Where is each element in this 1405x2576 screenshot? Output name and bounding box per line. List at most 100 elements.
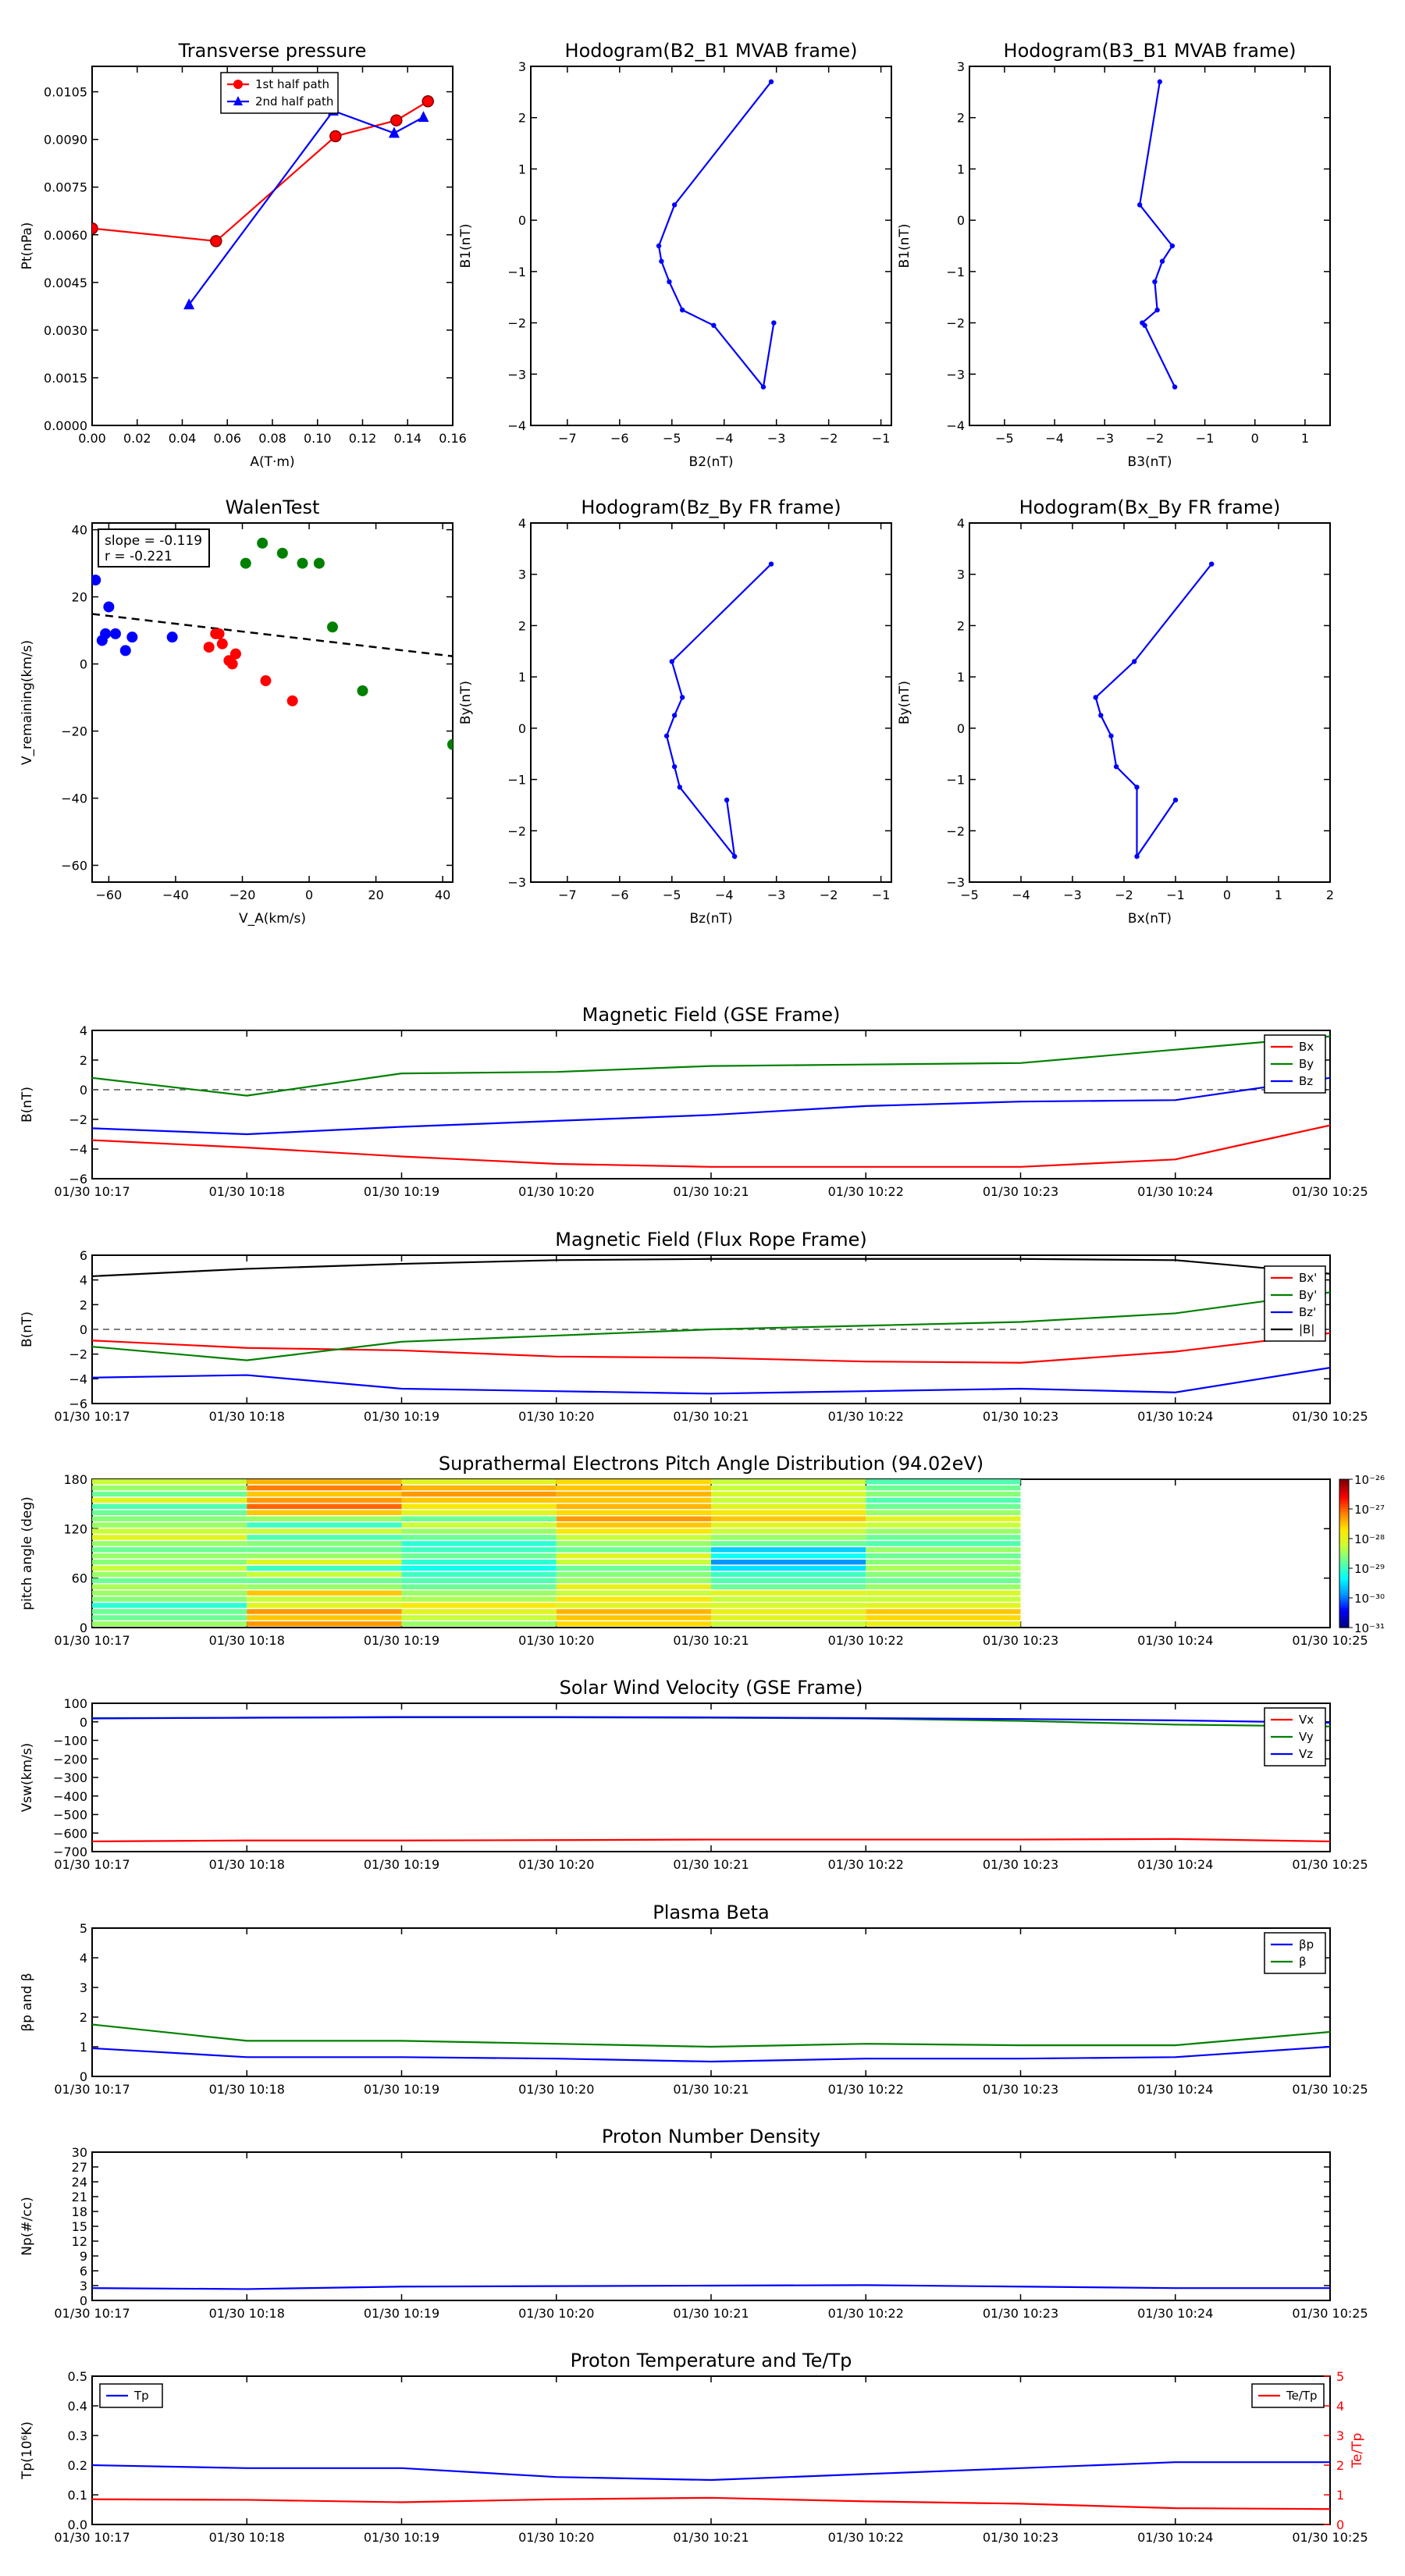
y-tick-label: 180	[63, 1472, 87, 1487]
magnetic-field-gse-chart: Magnetic Field (GSE Frame) 01/30 10:17 01/…	[20, 1004, 1368, 1199]
heatmap-cell	[866, 1621, 1021, 1627]
data-point	[329, 130, 342, 143]
y-tick-label: 3	[518, 59, 526, 74]
y-tick-label: 0.0090	[44, 133, 87, 148]
x-tick-label: −4	[715, 431, 734, 446]
heatmap-cell	[556, 1615, 711, 1621]
x-tick-label: 01/30 10:20	[518, 2306, 594, 2321]
x-tick-label: 01/30 10:25	[1292, 2082, 1368, 2097]
heatmap-cell	[711, 1479, 866, 1485]
hodogram-bz-by-plot	[663, 561, 774, 859]
y-tick-label: 0.5	[68, 2369, 87, 2384]
heatmap-cell	[401, 1621, 557, 1627]
solar-wind-velocity-ylabel: Vsw(km/s)	[20, 1743, 35, 1813]
data-point	[671, 763, 678, 770]
y-tick-label: −400	[53, 1789, 87, 1804]
heatmap-cell	[556, 1584, 711, 1589]
colorbar-tick-label: 10⁻³⁰	[1354, 1592, 1385, 1606]
heatmap-cell	[247, 1510, 402, 1515]
hodogram-b3-b1-xlabel: B3(nT)	[1128, 454, 1172, 470]
y-tick-label: −60	[61, 859, 87, 873]
transverse-pressure-chart: Transverse pressure0.00 0.02 0.04 0.06 0.08 0…	[20, 40, 467, 470]
x-tick-label: −2	[820, 888, 838, 902]
data-point	[418, 111, 429, 123]
data-point	[313, 557, 325, 569]
heatmap-cell	[866, 1522, 1021, 1528]
heatmap-cell	[247, 1596, 402, 1602]
legend-label: β	[1299, 1955, 1307, 1969]
heatmap-cell	[247, 1615, 402, 1621]
plasma-beta-ylabel: βp and β	[20, 1973, 35, 2031]
x-tick-label: −6	[610, 431, 629, 446]
series-line-0	[657, 81, 775, 390]
x-tick-label: 01/30 10:23	[983, 1184, 1058, 1199]
y-tick-label: 3	[80, 1980, 87, 1995]
heatmap-cell	[247, 1528, 402, 1534]
solar-wind-velocity-chart: Solar Wind Velocity (GSE Frame) 01/30 10:…	[20, 1677, 1368, 1872]
legend-label: 1st half path	[255, 77, 329, 91]
y-tick-label: −500	[53, 1808, 87, 1823]
x-tick-label: 0	[305, 888, 313, 902]
heatmap-cell	[92, 1535, 247, 1540]
heatmap-cell	[401, 1578, 557, 1584]
series-line-0	[92, 2284, 1330, 2290]
y-tick-label: −3	[946, 875, 965, 890]
heatmap-cell	[866, 1565, 1021, 1571]
x-tick-label: 01/30 10:22	[828, 1633, 904, 1648]
solar-wind-velocity-title: Solar Wind Velocity (GSE Frame)	[560, 1677, 863, 1699]
heatmap-cell	[247, 1491, 402, 1497]
x-tick-label: 01/30 10:18	[209, 2530, 285, 2545]
x-tick-label: −2	[820, 431, 838, 446]
proton-density-ylabel: Np(#/cc)	[20, 2197, 35, 2255]
hodogram-bz-by-chart: Hodogram(Bz_By FR frame) −7 −6 −5 −4 −3 −2 −1 −3…	[458, 496, 892, 927]
y-tick-label: 1	[957, 162, 965, 176]
heatmap-cell	[92, 1578, 247, 1584]
colorbar-tick-label: 10⁻³¹	[1354, 1621, 1385, 1635]
heatmap-cell	[247, 1516, 402, 1521]
heatmap-cell	[556, 1479, 711, 1485]
heatmap-cell	[92, 1503, 247, 1510]
y-tick-label: 15	[72, 2219, 87, 2234]
heatmap-cell	[556, 1621, 711, 1627]
y-tick-label: −1	[507, 773, 526, 788]
data-point	[390, 114, 403, 126]
data-point	[119, 645, 131, 656]
data-point	[1169, 243, 1176, 249]
data-point	[663, 733, 670, 738]
heatmap-cell	[92, 1510, 247, 1515]
x-tick-label: 01/30 10:21	[673, 2530, 749, 2545]
x-tick-label: 20	[368, 888, 383, 902]
heatmap-cell	[401, 1510, 557, 1515]
y-tick-label: 1	[80, 2040, 87, 2055]
heatmap-cell	[92, 1615, 247, 1621]
y-tick-label: 100	[63, 1696, 87, 1711]
y-tick-label: −1	[946, 265, 965, 279]
y-tick-label: −300	[53, 1770, 87, 1785]
proton-density-title: Proton Number Density	[602, 2126, 820, 2147]
x-tick-label: 01/30 10:22	[828, 1409, 904, 1424]
x-tick-label: −20	[229, 888, 256, 902]
heatmap-cell	[247, 1621, 402, 1627]
y-tick-label: 4	[80, 1023, 87, 1038]
heatmap-cell	[92, 1559, 247, 1565]
heatmap-cell	[92, 1516, 247, 1521]
heatmap-cell	[92, 1609, 247, 1614]
y-tick-label: 4	[80, 1273, 87, 1288]
heatmap-cell	[247, 1571, 402, 1578]
data-point	[276, 547, 288, 559]
heatmap-cell	[866, 1497, 1021, 1503]
walen-test-title: WalenTest	[226, 496, 320, 518]
legend-label: Bz	[1299, 1074, 1313, 1088]
data-point	[1108, 733, 1114, 738]
heatmap-cell	[92, 1596, 247, 1602]
heatmap-cell	[556, 1516, 711, 1521]
series-line-0	[665, 563, 772, 859]
x-tick-label: 01/30 10:19	[364, 2306, 439, 2321]
heatmap-cell	[711, 1615, 866, 1621]
y-tick-label: −700	[53, 1845, 87, 1859]
y-tick-label: 0.3	[68, 2428, 87, 2443]
heatmap-cell	[711, 1584, 866, 1589]
magnetic-field-gse-ylabel: B(nT)	[20, 1087, 35, 1123]
heatmap-cell	[711, 1516, 866, 1521]
heatmap-cell	[92, 1497, 247, 1503]
